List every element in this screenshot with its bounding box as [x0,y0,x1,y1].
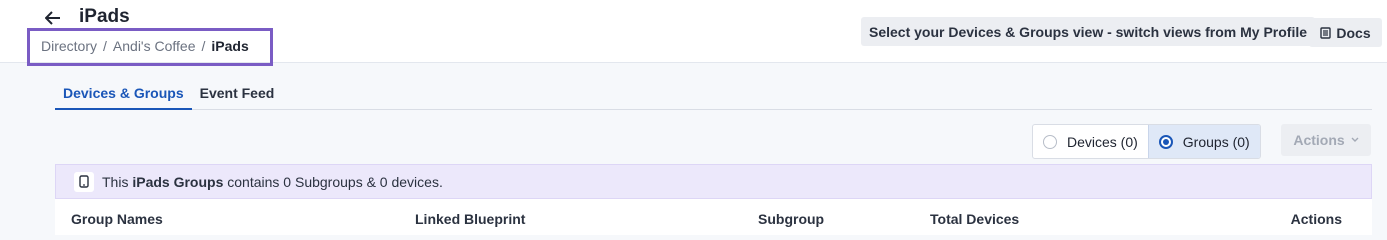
docs-icon [1320,26,1332,39]
breadcrumb-separator: / [103,38,107,54]
tab-bar: Devices & Groups Event Feed [55,83,1372,110]
banner-suffix: contains 0 Subgroups & 0 devices. [227,173,443,190]
radio-checked-icon [1158,134,1173,149]
chevron-down-icon [1351,137,1359,142]
breadcrumb-current: iPads [211,38,249,54]
devices-view-label: Devices (0) [1067,133,1138,150]
arrow-left-icon [45,11,60,25]
tab-event-feed[interactable]: Event Feed [192,83,283,110]
tablet-icon [74,171,94,192]
groups-view-label: Groups (0) [1182,133,1250,150]
column-header-linked-blueprint[interactable]: Linked Blueprint [415,211,525,227]
banner-group-name: iPads Groups [132,173,224,190]
docs-label: Docs [1336,24,1371,41]
table-header: Group Names Linked Blueprint Subgroup To… [55,199,1372,235]
page-title: iPads [79,6,130,27]
view-hint: Select your Devices & Groups view - swit… [861,17,1316,46]
devices-view-option[interactable]: Devices (0) [1033,125,1148,158]
tab-devices-groups[interactable]: Devices & Groups [55,83,192,110]
breadcrumb-directory[interactable]: Directory [41,38,97,54]
actions-label: Actions [1293,132,1345,148]
group-info-banner: This iPads Groups contains 0 Subgroups &… [55,164,1372,199]
page-header: iPads Directory / Andi's Coffee / iPads … [0,0,1387,66]
breadcrumb-separator: / [201,38,206,54]
actions-dropdown[interactable]: Actions [1281,124,1371,156]
breadcrumb-andis-coffee[interactable]: Andi's Coffee [113,38,196,54]
column-header-actions: Actions [1290,211,1342,227]
column-header-group-names[interactable]: Group Names [71,211,163,227]
breadcrumb: Directory / Andi's Coffee / iPads [41,38,249,54]
column-header-total-devices[interactable]: Total Devices [930,211,1019,227]
column-header-subgroup[interactable]: Subgroup [758,211,824,227]
view-toggle: Devices (0) Groups (0) [1032,124,1261,159]
back-button[interactable] [42,7,64,29]
groups-view-option[interactable]: Groups (0) [1147,125,1260,158]
banner-prefix: This [102,173,129,190]
docs-button[interactable]: Docs [1309,18,1382,47]
radio-unchecked-icon [1043,134,1057,149]
